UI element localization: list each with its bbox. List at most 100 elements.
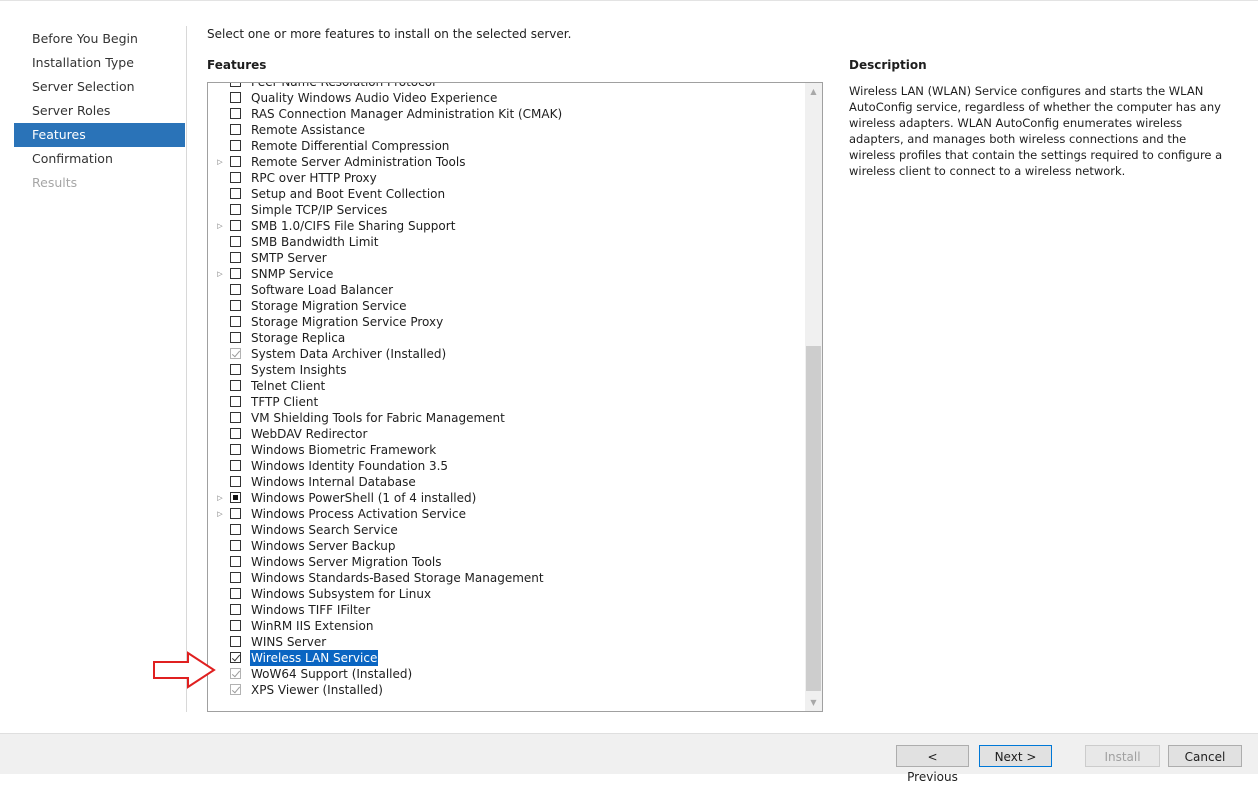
nav-item-confirmation[interactable]: Confirmation xyxy=(14,147,185,171)
feature-checkbox[interactable] xyxy=(230,252,241,263)
feature-checkbox[interactable] xyxy=(230,444,241,455)
feature-checkbox[interactable] xyxy=(230,284,241,295)
feature-row[interactable]: VM Shielding Tools for Fabric Management xyxy=(208,410,805,426)
feature-checkbox[interactable] xyxy=(230,428,241,439)
feature-row[interactable]: Wireless LAN Service xyxy=(208,650,805,666)
feature-checkbox[interactable] xyxy=(230,204,241,215)
feature-checkbox[interactable] xyxy=(230,108,241,119)
feature-row[interactable]: Windows Subsystem for Linux xyxy=(208,586,805,602)
feature-row[interactable]: SMTP Server xyxy=(208,250,805,266)
feature-checkbox[interactable] xyxy=(230,588,241,599)
feature-row[interactable]: Windows Identity Foundation 3.5 xyxy=(208,458,805,474)
feature-checkbox[interactable] xyxy=(230,92,241,103)
feature-checkbox[interactable] xyxy=(230,188,241,199)
nav-item-installation-type[interactable]: Installation Type xyxy=(14,51,185,75)
feature-row[interactable]: WinRM IIS Extension xyxy=(208,618,805,634)
feature-label: Peer Name Resolution Protocol xyxy=(251,82,436,89)
feature-checkbox[interactable] xyxy=(230,492,241,503)
feature-checkbox[interactable] xyxy=(230,268,241,279)
feature-row[interactable]: Telnet Client xyxy=(208,378,805,394)
feature-checkbox[interactable] xyxy=(230,572,241,583)
feature-row[interactable]: Windows Internal Database xyxy=(208,474,805,490)
feature-row[interactable]: RPC over HTTP Proxy xyxy=(208,170,805,186)
feature-checkbox[interactable] xyxy=(230,412,241,423)
nav-item-before-you-begin[interactable]: Before You Begin xyxy=(14,27,185,51)
feature-checkbox[interactable] xyxy=(230,220,241,231)
feature-checkbox[interactable] xyxy=(230,140,241,151)
scroll-down-icon[interactable]: ▼ xyxy=(805,694,822,711)
feature-row[interactable]: Windows Biometric Framework xyxy=(208,442,805,458)
feature-row[interactable]: ▷ SMB 1.0/CIFS File Sharing Support xyxy=(208,218,805,234)
feature-checkbox[interactable] xyxy=(230,604,241,615)
previous-button[interactable]: < Previous xyxy=(896,745,969,784)
triangle-right-icon[interactable]: ▷ xyxy=(216,506,224,522)
feature-row[interactable]: Simple TCP/IP Services xyxy=(208,202,805,218)
feature-row[interactable]: Windows TIFF IFilter xyxy=(208,602,805,618)
triangle-right-icon[interactable]: ▷ xyxy=(216,266,224,282)
nav-item-features[interactable]: Features xyxy=(14,123,185,147)
feature-row[interactable]: Setup and Boot Event Collection xyxy=(208,186,805,202)
red-arrow-icon xyxy=(153,651,216,689)
feature-checkbox[interactable] xyxy=(230,476,241,487)
features-tree[interactable]: Peer Name Resolution Protocol Quality Win… xyxy=(207,82,823,712)
feature-checkbox[interactable] xyxy=(230,332,241,343)
triangle-right-icon[interactable]: ▷ xyxy=(216,490,224,506)
feature-row[interactable]: WebDAV Redirector xyxy=(208,426,805,442)
feature-row[interactable]: Windows Server Backup xyxy=(208,538,805,554)
triangle-right-icon[interactable]: ▷ xyxy=(216,218,224,234)
feature-row[interactable]: Windows Standards-Based Storage Manageme… xyxy=(208,570,805,586)
next-button[interactable]: Next > xyxy=(979,745,1052,767)
scrollbar-thumb[interactable] xyxy=(806,346,821,691)
cancel-button[interactable]: Cancel xyxy=(1168,745,1242,767)
feature-checkbox[interactable] xyxy=(230,236,241,247)
feature-row[interactable]: ▷ Windows PowerShell (1 of 4 installed) xyxy=(208,490,805,506)
feature-checkbox[interactable] xyxy=(230,124,241,135)
feature-row[interactable]: Windows Server Migration Tools xyxy=(208,554,805,570)
feature-checkbox[interactable] xyxy=(230,556,241,567)
feature-checkbox[interactable] xyxy=(230,636,241,647)
feature-row[interactable]: Storage Migration Service xyxy=(208,298,805,314)
feature-row[interactable]: Remote Differential Compression xyxy=(208,138,805,154)
feature-row[interactable]: Quality Windows Audio Video Experience xyxy=(208,90,805,106)
feature-row[interactable]: ▷ Remote Server Administration Tools xyxy=(208,154,805,170)
feature-row[interactable]: Peer Name Resolution Protocol xyxy=(208,82,805,90)
feature-row[interactable]: Windows Search Service xyxy=(208,522,805,538)
feature-checkbox[interactable] xyxy=(230,396,241,407)
feature-checkbox[interactable] xyxy=(230,540,241,551)
features-heading: Features xyxy=(207,58,267,72)
feature-checkbox[interactable] xyxy=(230,172,241,183)
feature-checkbox[interactable] xyxy=(230,300,241,311)
nav-item-server-selection[interactable]: Server Selection xyxy=(14,75,185,99)
feature-row[interactable]: Software Load Balancer xyxy=(208,282,805,298)
feature-checkbox[interactable] xyxy=(230,460,241,471)
feature-row[interactable]: Storage Replica xyxy=(208,330,805,346)
feature-row[interactable]: TFTP Client xyxy=(208,394,805,410)
triangle-right-icon[interactable]: ▷ xyxy=(216,154,224,170)
feature-checkbox[interactable] xyxy=(230,652,241,663)
feature-checkbox[interactable] xyxy=(230,524,241,535)
feature-row[interactable]: WINS Server xyxy=(208,634,805,650)
nav-item-results: Results xyxy=(32,175,78,190)
feature-checkbox[interactable] xyxy=(230,508,241,519)
feature-checkbox[interactable] xyxy=(230,156,241,167)
feature-row[interactable]: System Data Archiver (Installed) xyxy=(208,346,805,362)
scroll-up-icon[interactable]: ▲ xyxy=(805,83,822,100)
feature-checkbox[interactable] xyxy=(230,83,241,87)
vertical-scrollbar[interactable]: ▲ ▼ xyxy=(805,83,822,711)
feature-row[interactable]: XPS Viewer (Installed) xyxy=(208,682,805,698)
feature-checkbox[interactable] xyxy=(230,364,241,375)
feature-checkbox[interactable] xyxy=(230,380,241,391)
feature-checkbox xyxy=(230,348,241,359)
feature-row[interactable]: System Insights xyxy=(208,362,805,378)
feature-checkbox[interactable] xyxy=(230,316,241,327)
feature-row[interactable]: WoW64 Support (Installed) xyxy=(208,666,805,682)
feature-row[interactable]: SMB Bandwidth Limit xyxy=(208,234,805,250)
feature-row[interactable]: ▷ Windows Process Activation Service xyxy=(208,506,805,522)
description-text: Wireless LAN (WLAN) Service configures a… xyxy=(849,84,1223,178)
feature-row[interactable]: Remote Assistance xyxy=(208,122,805,138)
feature-row[interactable]: Storage Migration Service Proxy xyxy=(208,314,805,330)
feature-row[interactable]: RAS Connection Manager Administration Ki… xyxy=(208,106,805,122)
feature-checkbox[interactable] xyxy=(230,620,241,631)
feature-row[interactable]: ▷ SNMP Service xyxy=(208,266,805,282)
nav-item-server-roles[interactable]: Server Roles xyxy=(14,99,185,123)
